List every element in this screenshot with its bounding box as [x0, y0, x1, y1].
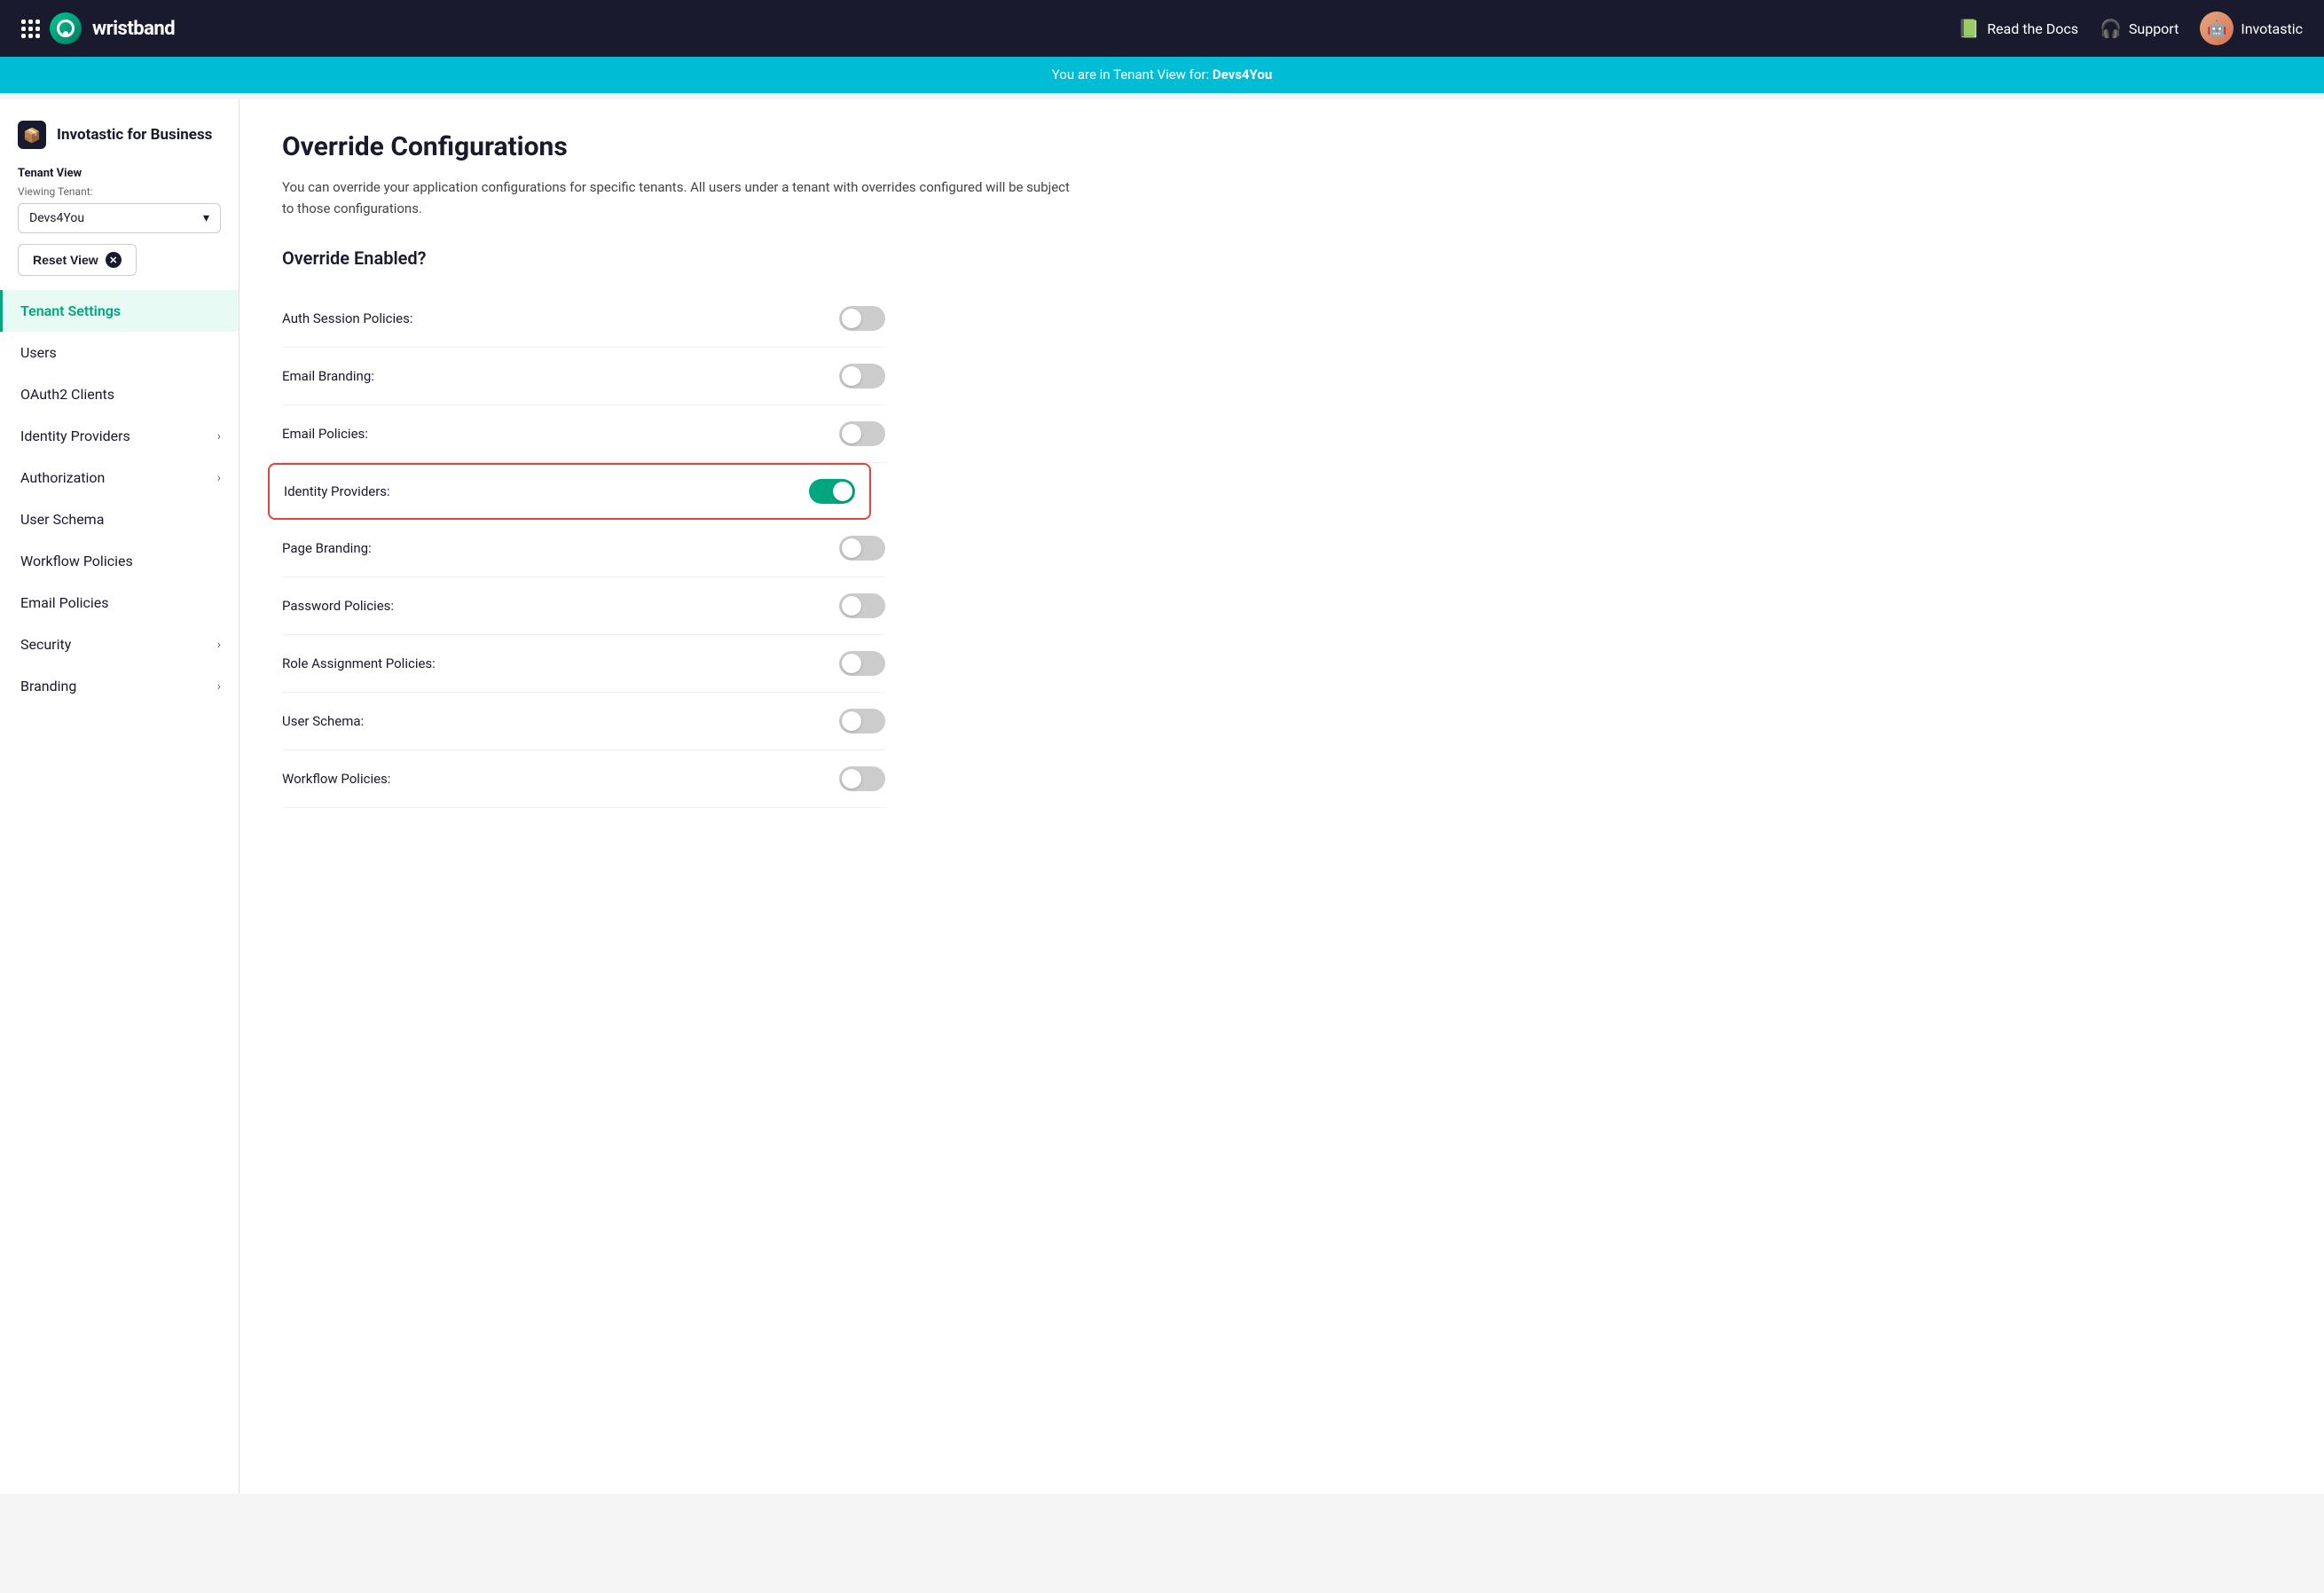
toggle-switch[interactable] [839, 306, 885, 331]
toggle-label: Email Branding: [282, 368, 374, 384]
sidebar-item-label: Identity Providers [20, 428, 130, 444]
sidebar-item-workflow-policies[interactable]: Workflow Policies [0, 540, 239, 582]
avatar: 🤖 [2200, 12, 2234, 45]
layout: 📦 Invotastic for Business Tenant View Vi… [0, 99, 2324, 1494]
toggle-switch[interactable] [839, 536, 885, 561]
toggle-switch[interactable] [839, 421, 885, 446]
sidebar-item-user-schema[interactable]: User Schema [0, 498, 239, 540]
main-content: Override Configurations You can override… [239, 99, 2324, 1494]
sidebar-item-users[interactable]: Users [0, 332, 239, 373]
toggle-label: Workflow Policies: [282, 771, 390, 787]
toggle-list: Auth Session Policies: Email Branding: E… [282, 290, 2281, 808]
reset-view-label: Reset View [33, 253, 98, 267]
sidebar: 📦 Invotastic for Business Tenant View Vi… [0, 99, 239, 1494]
toggle-switch[interactable] [839, 651, 885, 676]
sidebar-item-branding[interactable]: Branding › [0, 665, 239, 707]
docs-link[interactable]: 📗 Read the Docs [1958, 18, 2078, 39]
toggle-label: Role Assignment Policies: [282, 655, 436, 671]
sidebar-item-label: OAuth2 Clients [20, 386, 114, 403]
sidebar-item-label: Authorization [20, 469, 105, 486]
sidebar-item-security[interactable]: Security › [0, 624, 239, 665]
brand-name: wristband [92, 18, 175, 40]
app-name: Invotastic for Business [57, 126, 212, 144]
sidebar-item-authorization[interactable]: Authorization › [0, 457, 239, 498]
toggle-row-7: User Schema: [282, 693, 885, 750]
logo-icon [50, 12, 82, 44]
support-label: Support [2129, 20, 2179, 37]
user-menu[interactable]: 🤖 Invotastic [2200, 12, 2303, 45]
support-icon: 🎧 [2100, 18, 2122, 39]
docs-label: Read the Docs [1987, 20, 2078, 37]
sidebar-item-tenant-settings[interactable]: Tenant Settings [0, 290, 239, 332]
topnav: wristband 📗 Read the Docs 🎧 Support 🤖 In… [0, 0, 2324, 57]
toggle-row-5: Password Policies: [282, 577, 885, 635]
chevron-down-icon: ▾ [203, 211, 209, 225]
chevron-right-icon: › [217, 679, 221, 694]
tenant-select[interactable]: Devs4You ▾ [18, 203, 221, 233]
chevron-right-icon: › [217, 471, 221, 485]
toggle-label: User Schema: [282, 713, 364, 729]
toggle-switch[interactable] [839, 766, 885, 791]
section-title: Override Enabled? [282, 247, 2281, 269]
sidebar-item-oauth2-clients[interactable]: OAuth2 Clients [0, 373, 239, 415]
toggle-label: Auth Session Policies: [282, 310, 412, 326]
toggle-label: Password Policies: [282, 598, 394, 614]
app-icon: 📦 [18, 121, 46, 149]
sidebar-item-label: Email Policies [20, 594, 108, 611]
tenant-select-value: Devs4You [29, 211, 84, 225]
user-name: Invotastic [2241, 20, 2303, 37]
sidebar-app-header: 📦 Invotastic for Business [0, 99, 239, 163]
page-title: Override Configurations [282, 131, 2281, 162]
toggle-label: Identity Providers: [284, 483, 390, 499]
toggle-row-6: Role Assignment Policies: [282, 635, 885, 693]
toggle-switch[interactable] [839, 593, 885, 618]
tenant-banner-prefix: You are in Tenant View for: [1052, 67, 1213, 82]
toggle-row-8: Workflow Policies: [282, 750, 885, 808]
support-link[interactable]: 🎧 Support [2100, 18, 2179, 39]
reset-view-button[interactable]: Reset View ✕ [18, 244, 137, 276]
toggle-row-1: Email Branding: [282, 348, 885, 405]
sidebar-item-label: Security [20, 636, 71, 653]
sidebar-item-label: User Schema [20, 511, 104, 528]
topnav-right: 📗 Read the Docs 🎧 Support 🤖 Invotastic [1958, 12, 2303, 45]
sidebar-item-label: Branding [20, 678, 76, 694]
tenant-banner-name: Devs4You [1213, 67, 1272, 82]
sidebar-item-email-policies[interactable]: Email Policies [0, 582, 239, 624]
toggle-switch[interactable] [839, 364, 885, 388]
page-description: You can override your application config… [282, 177, 1080, 219]
reset-x-icon: ✕ [106, 252, 122, 268]
tenant-view-section: Tenant View Viewing Tenant: Devs4You ▾ R… [0, 163, 239, 290]
docs-icon: 📗 [1958, 18, 1980, 39]
sidebar-item-label: Users [20, 344, 57, 361]
chevron-right-icon: › [217, 429, 221, 443]
sidebar-item-label: Tenant Settings [20, 302, 121, 319]
toggle-row-4: Page Branding: [282, 520, 885, 577]
viewing-tenant-label: Viewing Tenant: [18, 185, 221, 198]
toggle-switch[interactable] [809, 479, 855, 504]
sidebar-nav: Tenant Settings Users OAuth2 Clients Ide… [0, 290, 239, 707]
tenant-banner: You are in Tenant View for: Devs4You [0, 57, 2324, 93]
toggle-label: Page Branding: [282, 540, 372, 556]
toggle-row-3: Identity Providers: [268, 463, 871, 520]
topnav-left: wristband [21, 12, 175, 44]
tenant-view-label: Tenant View [18, 167, 221, 180]
toggle-row-0: Auth Session Policies: [282, 290, 885, 348]
chevron-right-icon: › [217, 638, 221, 652]
sidebar-item-identity-providers[interactable]: Identity Providers › [0, 415, 239, 457]
grid-icon[interactable] [21, 20, 39, 37]
sidebar-item-label: Workflow Policies [20, 553, 133, 569]
toggle-label: Email Policies: [282, 426, 368, 442]
toggle-row-2: Email Policies: [282, 405, 885, 463]
toggle-switch[interactable] [839, 709, 885, 734]
